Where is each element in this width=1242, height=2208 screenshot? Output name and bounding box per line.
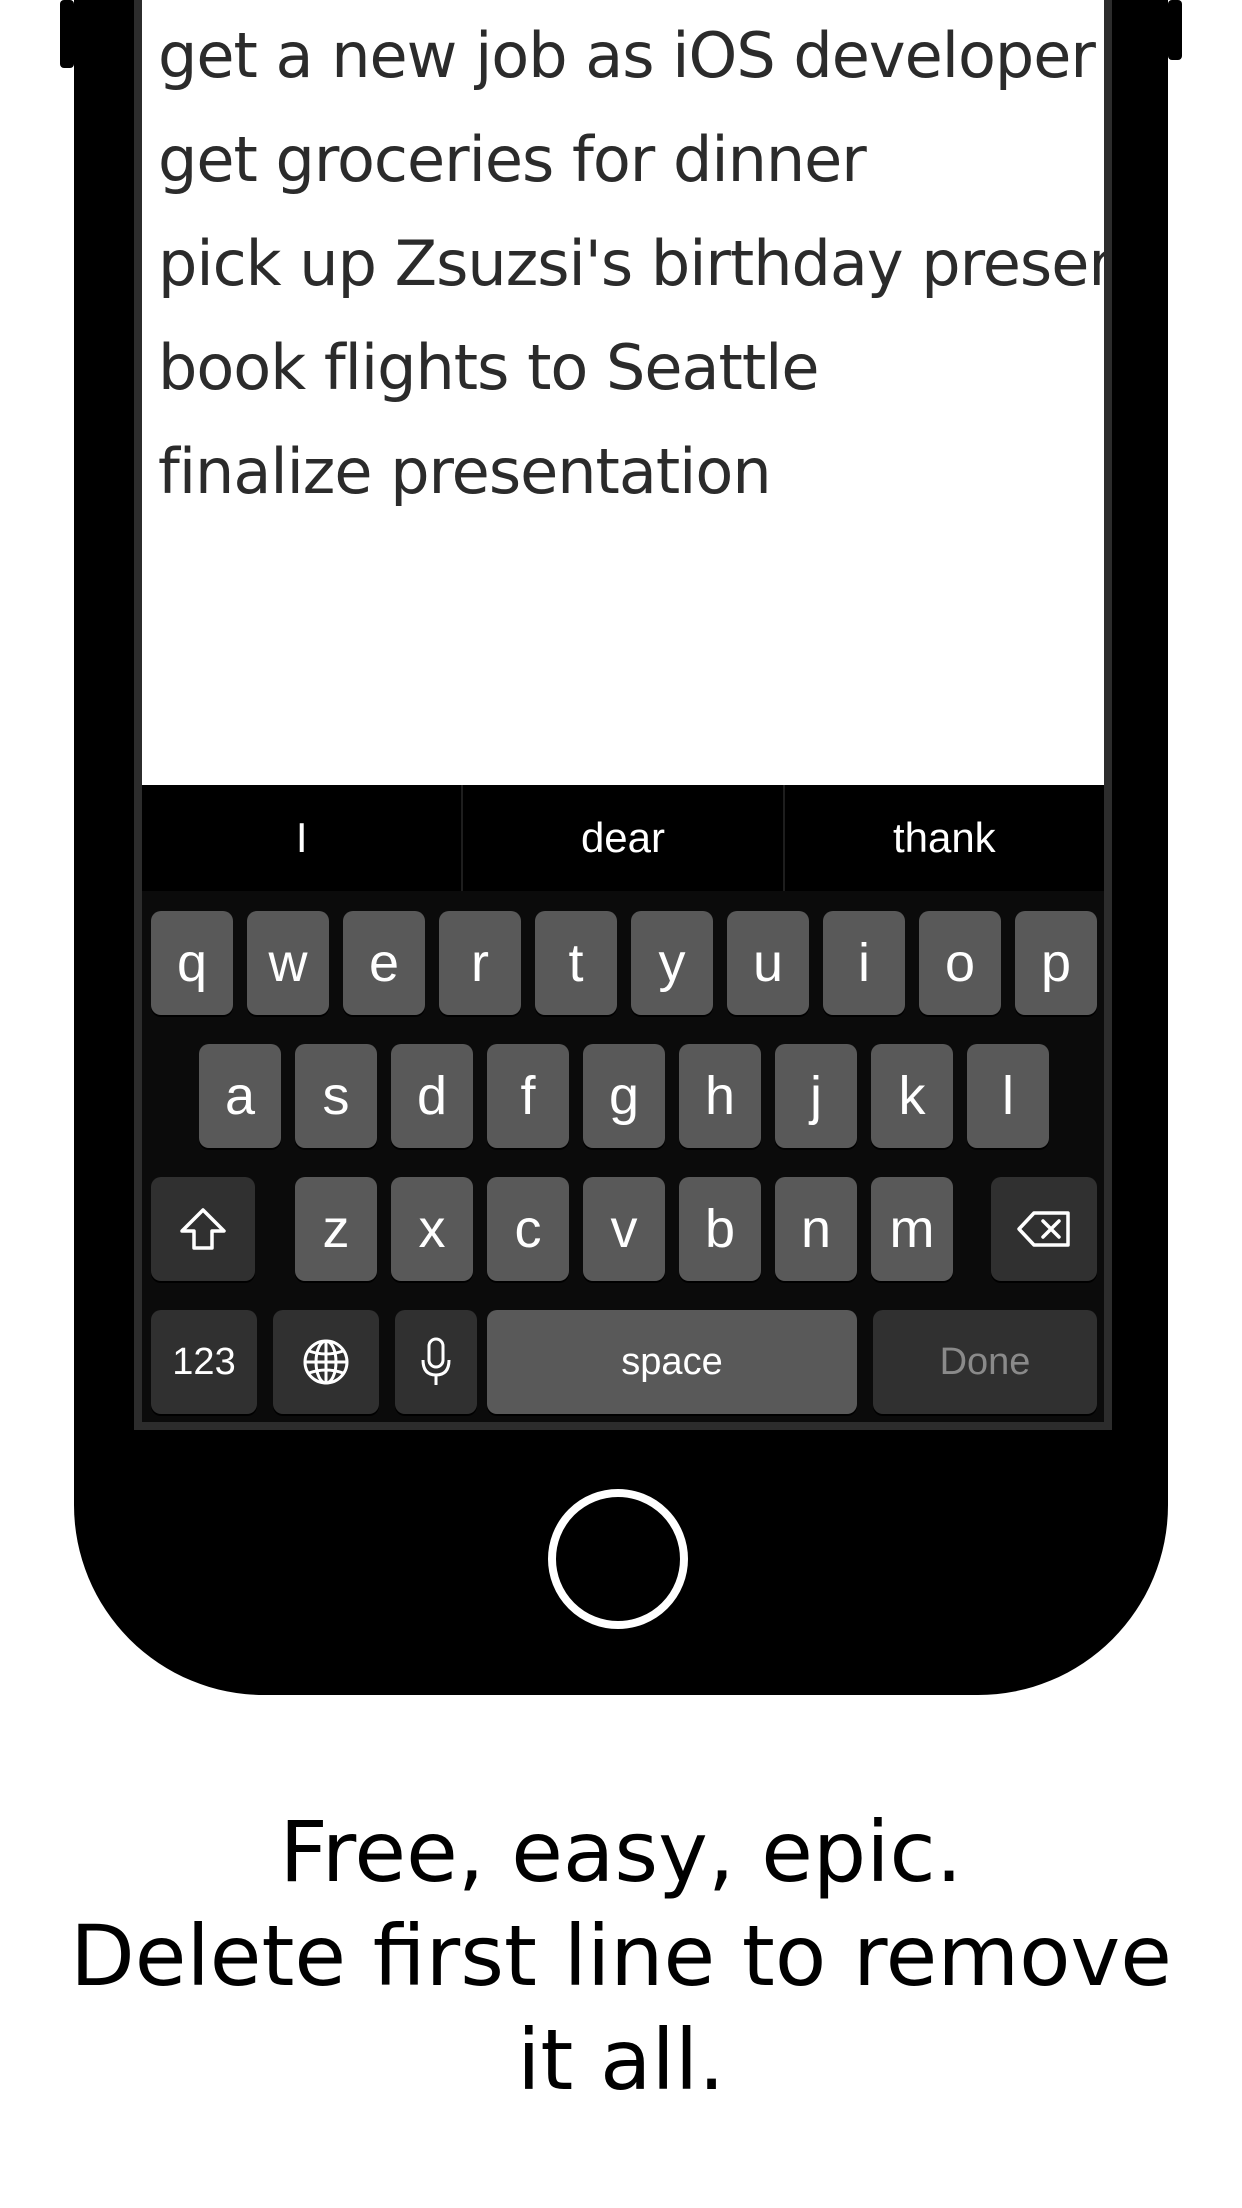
key-v[interactable]: v bbox=[583, 1177, 665, 1281]
key-x[interactable]: x bbox=[391, 1177, 473, 1281]
key-f[interactable]: f bbox=[487, 1044, 569, 1148]
suggestion-item[interactable]: I bbox=[142, 785, 464, 891]
volume-button bbox=[60, 0, 74, 68]
note-line[interactable]: get a new job as iOS developer bbox=[158, 4, 1098, 108]
key-r[interactable]: r bbox=[439, 911, 521, 1015]
key-m[interactable]: m bbox=[871, 1177, 953, 1281]
note-line[interactable]: book flights to Seattle bbox=[158, 316, 1098, 420]
key-k[interactable]: k bbox=[871, 1044, 953, 1148]
note-line[interactable]: get groceries for dinner bbox=[158, 108, 1098, 212]
key-n[interactable]: n bbox=[775, 1177, 857, 1281]
caption-line: Free, easy, epic. bbox=[279, 1803, 963, 1901]
key-b[interactable]: b bbox=[679, 1177, 761, 1281]
numbers-key[interactable]: 123 bbox=[151, 1310, 257, 1414]
key-o[interactable]: o bbox=[919, 911, 1001, 1015]
key-y[interactable]: y bbox=[631, 911, 713, 1015]
suggestion-item[interactable]: thank bbox=[785, 785, 1104, 891]
note-text-area[interactable]: get a new job as iOS developer get groce… bbox=[158, 0, 1104, 524]
key-z[interactable]: z bbox=[295, 1177, 377, 1281]
key-t[interactable]: t bbox=[535, 911, 617, 1015]
delete-icon bbox=[1017, 1211, 1070, 1247]
globe-key[interactable] bbox=[273, 1310, 379, 1414]
done-key[interactable]: Done bbox=[873, 1310, 1097, 1414]
power-button bbox=[1168, 0, 1182, 60]
keyboard: I dear thank q w e r t y u i o p a s d f… bbox=[142, 785, 1104, 1422]
key-d[interactable]: d bbox=[391, 1044, 473, 1148]
delete-key[interactable] bbox=[991, 1177, 1097, 1281]
key-h[interactable]: h bbox=[679, 1044, 761, 1148]
key-l[interactable]: l bbox=[967, 1044, 1049, 1148]
note-line[interactable]: pick up Zsuzsi's birthday present bbox=[158, 212, 1104, 316]
key-i[interactable]: i bbox=[823, 911, 905, 1015]
key-u[interactable]: u bbox=[727, 911, 809, 1015]
shift-icon bbox=[180, 1208, 226, 1250]
screen: get a new job as iOS developer get groce… bbox=[142, 0, 1104, 1422]
microphone-icon bbox=[421, 1337, 451, 1385]
space-key[interactable]: space bbox=[487, 1310, 857, 1414]
caption: Free, easy, epic. Delete first line to r… bbox=[60, 1800, 1182, 2112]
caption-line: Delete first line to remove it all. bbox=[70, 1907, 1172, 2109]
key-w[interactable]: w bbox=[247, 911, 329, 1015]
key-p[interactable]: p bbox=[1015, 911, 1097, 1015]
shift-key[interactable] bbox=[151, 1177, 255, 1281]
globe-icon bbox=[303, 1339, 349, 1385]
key-e[interactable]: e bbox=[343, 911, 425, 1015]
home-button[interactable] bbox=[548, 1489, 688, 1629]
key-c[interactable]: c bbox=[487, 1177, 569, 1281]
key-j[interactable]: j bbox=[775, 1044, 857, 1148]
note-line[interactable]: finalize presentation bbox=[158, 420, 1098, 524]
suggestion-item[interactable]: dear bbox=[463, 785, 785, 891]
key-a[interactable]: a bbox=[199, 1044, 281, 1148]
key-s[interactable]: s bbox=[295, 1044, 377, 1148]
dictation-key[interactable] bbox=[395, 1310, 477, 1414]
key-q[interactable]: q bbox=[151, 911, 233, 1015]
suggestion-bar: I dear thank bbox=[142, 785, 1104, 891]
key-g[interactable]: g bbox=[583, 1044, 665, 1148]
